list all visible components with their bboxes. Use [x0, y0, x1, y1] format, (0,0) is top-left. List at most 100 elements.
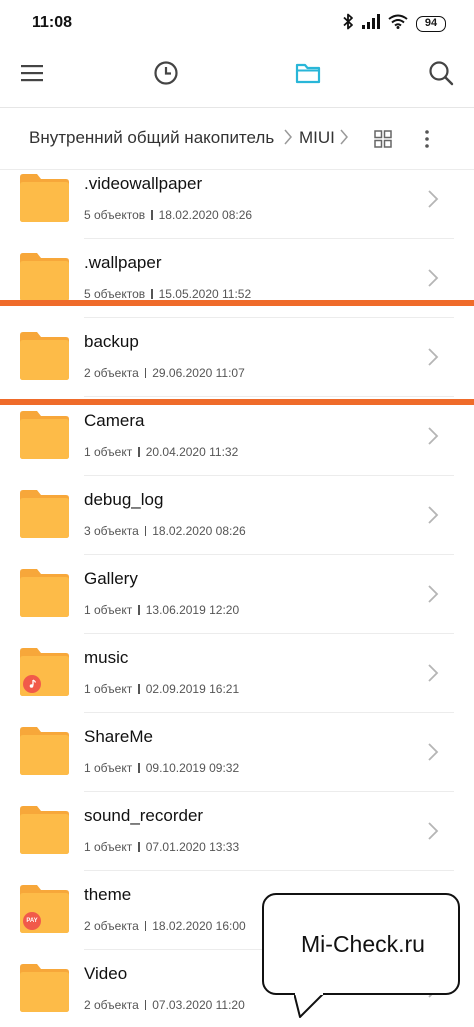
modified-date: 15.05.2020 11:52: [158, 287, 252, 301]
list-item[interactable]: backup 2 объекта 29.06.2020 11:07: [0, 318, 474, 397]
bluetooth-icon: [343, 13, 354, 35]
folder-meta: 1 объект 13.06.2019 12:20: [84, 603, 239, 617]
item-count: 3 объекта: [84, 524, 139, 538]
folder-meta: 2 объекта 07.03.2020 11:20: [84, 998, 245, 1012]
list-item[interactable]: Gallery 1 объект 13.06.2019 12:20: [0, 555, 474, 634]
item-count: 1 объект: [84, 682, 133, 696]
folder-icon: [20, 806, 69, 854]
meta-separator: [138, 763, 140, 773]
folder-name: debug_log: [84, 490, 164, 509]
folder-name: ShareMe: [84, 727, 153, 746]
folder-name: Gallery: [84, 569, 138, 588]
breadcrumb-root[interactable]: Внутренний общий накопитель: [29, 128, 274, 148]
meta-separator: [138, 842, 140, 852]
meta-separator: [138, 447, 140, 457]
list-item[interactable]: music 1 объект 02.09.2019 16:21: [0, 634, 474, 713]
folder-meta: 1 объект 02.09.2019 16:21: [84, 682, 239, 696]
battery-icon: 94: [416, 16, 446, 32]
folder-name: theme: [84, 885, 132, 904]
breadcrumb-separator-icon: [283, 128, 293, 151]
grid-view-icon[interactable]: [368, 124, 398, 154]
folder-meta: 1 объект 07.01.2020 13:33: [84, 840, 239, 854]
chevron-right-icon: [426, 266, 440, 290]
folder-icon: [20, 727, 69, 775]
status-icons: 94: [343, 13, 446, 35]
breadcrumb-folder[interactable]: MIUI: [299, 128, 335, 148]
watermark-callout: Mi-Check.ru: [262, 893, 460, 1018]
folder-name: music: [84, 648, 129, 667]
folder-icon: [20, 332, 69, 380]
folder-name: Camera: [84, 411, 145, 430]
chevron-right-icon: [426, 582, 440, 606]
folder-icon: [20, 964, 69, 1012]
folder-meta: 2 объекта 29.06.2020 11:07: [84, 366, 245, 380]
folder-icon: [20, 490, 69, 538]
chevron-right-icon: [426, 187, 440, 211]
folder-tab-icon[interactable]: [293, 58, 323, 88]
chevron-right-icon: [426, 740, 440, 764]
folder-icon: [20, 648, 69, 696]
list-item[interactable]: ShareMe 1 объект 09.10.2019 09:32: [0, 713, 474, 792]
list-item[interactable]: .wallpaper 5 объектов 15.05.2020 11:52: [0, 239, 474, 318]
folder-name: .videowallpaper: [84, 174, 203, 193]
modified-date: 09.10.2019 09:32: [145, 761, 240, 775]
folder-name: .wallpaper: [84, 253, 162, 272]
item-count: 2 объекта: [84, 919, 139, 933]
folder-name: sound_recorder: [84, 806, 204, 825]
highlight-line-top: [0, 300, 474, 306]
folder-icon: [20, 569, 69, 617]
folder-name: backup: [84, 332, 139, 351]
list-item[interactable]: .videowallpaper 5 объектов 18.02.2020 08:2…: [0, 160, 474, 239]
modified-date: 29.06.2020 11:07: [152, 366, 245, 380]
folder-meta: 1 объект 20.04.2020 11:32: [84, 445, 238, 459]
recent-clock-icon[interactable]: [151, 58, 181, 88]
modified-date: 18.02.2020 08:26: [152, 524, 246, 538]
status-bar: 11:08 94: [0, 0, 474, 46]
folder-icon: PAY: [20, 885, 69, 933]
status-time: 11:08: [32, 14, 73, 31]
modified-date: 07.03.2020 11:20: [152, 998, 245, 1012]
folder-meta: 5 объектов 18.02.2020 08:26: [84, 208, 252, 222]
wifi-icon: [388, 14, 408, 34]
meta-separator: [144, 1000, 147, 1010]
modified-date: 18.02.2020 08:26: [158, 208, 253, 222]
folder-meta: 1 объект 09.10.2019 09:32: [84, 761, 239, 775]
folder-icon: [20, 253, 69, 301]
modified-date: 07.01.2020 13:33: [145, 840, 240, 854]
signal-icon: [362, 14, 380, 34]
meta-separator: [151, 210, 153, 220]
toolbar: [0, 46, 474, 108]
modified-date: 13.06.2019 12:20: [145, 603, 240, 617]
meta-separator: [151, 289, 153, 299]
chevron-right-icon: [426, 345, 440, 369]
folder-name: Video: [84, 964, 128, 983]
folder-icon: [20, 174, 69, 222]
folder-icon: [20, 411, 69, 459]
item-count: 1 объект: [84, 445, 133, 459]
list-item[interactable]: debug_log 3 объекта 18.02.2020 08:26: [0, 476, 474, 555]
modified-date: 02.09.2019 16:21: [145, 682, 240, 696]
item-count: 5 объектов: [84, 287, 146, 301]
chevron-right-icon: [426, 424, 440, 448]
item-count: 1 объект: [84, 603, 133, 617]
folder-meta: 3 объекта 18.02.2020 08:26: [84, 524, 246, 538]
watermark-text: Mi-Check.ru: [301, 931, 425, 957]
breadcrumb-separator-icon: [339, 128, 349, 151]
meta-separator: [138, 605, 140, 615]
search-icon[interactable]: [426, 58, 456, 88]
chevron-right-icon: [426, 661, 440, 685]
meta-separator: [144, 526, 147, 536]
list-item[interactable]: Camera 1 объект 20.04.2020 11:32: [0, 397, 474, 476]
folder-meta: 2 объекта 18.02.2020 16:00: [84, 919, 246, 933]
list-item[interactable]: sound_recorder 1 объект 07.01.2020 13:33: [0, 792, 474, 871]
music-note-icon: [23, 675, 41, 693]
item-count: 2 объекта: [84, 366, 139, 380]
pay-badge-label: PAY: [26, 918, 38, 924]
item-count: 1 объект: [84, 840, 133, 854]
item-count: 5 объектов: [84, 208, 146, 222]
item-count: 1 объект: [84, 761, 133, 775]
highlight-line-bottom: [0, 399, 474, 405]
menu-icon[interactable]: [17, 58, 47, 88]
more-vert-icon[interactable]: [412, 124, 442, 154]
item-count: 2 объекта: [84, 998, 139, 1012]
